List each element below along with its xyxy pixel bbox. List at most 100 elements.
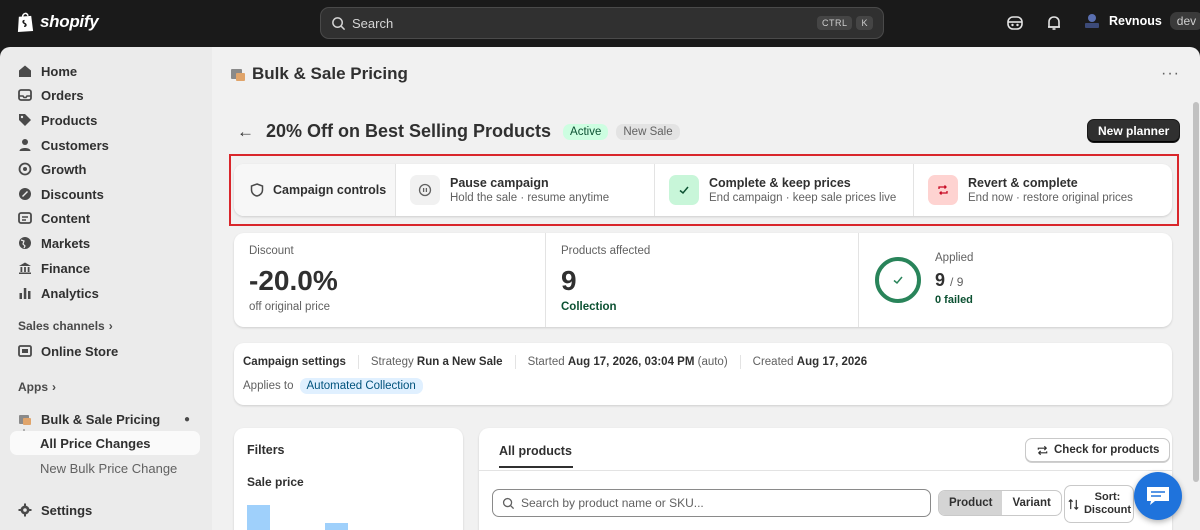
sidebar-item-customers[interactable]: Customers [10,133,200,157]
shopify-logo[interactable]: shopify [16,11,99,33]
shortcut-k: K [856,16,873,30]
type-badge: New Sale [616,123,680,140]
products-affected-label: Products affected [561,245,651,257]
sidebar-item-label: Analytics [41,285,99,301]
sidebar-item-markets[interactable]: Markets [10,231,200,255]
divider [514,355,516,369]
applied-total: / 9 [950,275,964,289]
sidebar-item-settings[interactable]: Settings [10,498,200,522]
sidebar-item-online-store[interactable]: Online Store [10,339,200,363]
new-planner-button[interactable]: New planner [1087,119,1181,143]
sales-channels-heading[interactable]: Sales channels › [18,319,113,333]
pause-title: Pause campaign [450,176,549,190]
sidebar-item-products[interactable]: Products [10,108,200,132]
more-actions-icon[interactable]: ··· [1161,65,1180,83]
revert-subtitle: End now · restore original prices [968,192,1133,204]
chat-support-button[interactable] [1134,472,1182,520]
sale-price-histogram[interactable] [247,494,452,530]
sidebar-item-label: Orders [41,87,84,103]
refresh-icon [1037,445,1048,455]
sidebar-item-analytics[interactable]: Analytics [10,281,200,305]
product-search-input[interactable]: Search by product name or SKU... [492,489,931,517]
campaign-controls-label: Campaign controls [234,164,396,216]
page-header: ← 20% Off on Best Selling Products Activ… [237,121,680,142]
campaign-controls: Campaign controls Pause campaign Hold th… [234,164,1172,216]
revert-complete-button[interactable]: Revert & complete End now · restore orig… [914,164,1172,216]
sidebar-item-label: Bulk & Sale Pricing [41,411,161,427]
filters-title: Filters [247,443,285,457]
globe-icon [19,237,31,249]
chevron-right-icon: › [108,319,113,333]
sidebar-subitem-label: New Bulk Price Change [40,460,178,476]
sale-price-label: Sale price [247,475,304,489]
sidebar-item-label: Products [41,112,98,128]
search-icon [502,497,515,509]
products-card: All products Check for products Search b… [479,428,1172,530]
store-avatar-icon [1085,14,1099,28]
sidebar-item-growth[interactable]: Growth [10,157,200,181]
applies-label: Applies to [243,380,294,392]
gear-icon [18,503,32,517]
progress-ring [875,257,921,303]
shortcut-ctrl: CTRL [816,16,853,30]
sort-button[interactable]: Sort: Discount [1064,485,1134,523]
sidebar-item-label: Home [41,63,78,79]
sidebar-item-discounts[interactable]: Discounts [10,182,200,206]
page-title: 20% Off on Best Selling Products [266,121,552,141]
applies-row: Applies to Automated Collection [243,378,423,394]
strategy-label: Strategy [370,356,414,368]
discount-label: Discount [249,245,294,257]
sidebar-subitem-label: All Price Changes [40,435,151,451]
sidebar-item-label: Content [41,210,91,226]
pause-campaign-button[interactable]: Pause campaign Hold the sale · resume an… [396,164,655,216]
search-icon [332,16,346,30]
tab-all-products[interactable]: All products [499,444,573,468]
sidebar-item-bulk-sale-pricing[interactable]: Bulk & Sale Pricing ● [10,407,200,431]
sidebar-subitem-all-price-changes[interactable]: All Price Changes [10,431,200,455]
sidebar-item-content[interactable]: Content [10,206,200,230]
bank-icon [19,262,31,274]
check-icon-box [669,175,699,205]
sidebar-item-label: Growth [41,161,87,177]
histogram-bar [325,523,348,530]
segment-variant[interactable]: Variant [1002,491,1060,515]
complete-keep-prices-button[interactable]: Complete & keep prices End campaign · ke… [655,164,914,216]
discount-stat: Discount -20.0% off original price [234,233,546,327]
store-assistant-icon[interactable] [1006,14,1024,32]
app-header: Bulk & Sale Pricing [230,64,408,84]
bar-chart-icon [19,288,31,299]
sidebar-item-orders[interactable]: Orders [10,83,200,107]
created-value: Aug 17, 2026 [796,356,868,368]
scrollbar[interactable] [1192,102,1200,530]
search-placeholder: Search [352,15,394,31]
segment-product[interactable]: Product [939,491,1003,515]
global-search[interactable]: Search CTRL K [320,7,884,39]
user-menu[interactable]: Revnous dev [1083,12,1200,30]
sidebar-item-label: Finance [41,260,91,276]
sidebar-subitem-new-bulk-price-change[interactable]: New Bulk Price Change [10,456,200,480]
sidebar-item-finance[interactable]: Finance [10,256,200,280]
divider [739,355,741,369]
settings-row: Campaign settings Strategy Run a New Sal… [243,355,867,369]
check-for-products-button[interactable]: Check for products [1025,438,1171,462]
product-variant-toggle: Product Variant [938,490,1062,516]
back-arrow-icon[interactable]: ← [237,122,254,142]
sidebar-item-label: Customers [41,137,109,153]
collection-link[interactable]: Collection [561,301,617,313]
sidebar: Home Orders Products Customers Growth Di… [0,47,212,530]
sidebar-item-home[interactable]: Home [10,59,200,83]
stats-card: Discount -20.0% off original price Produ… [234,233,1172,327]
apps-label: Apps [18,380,48,394]
content-icon [18,212,32,224]
revert-arrows-icon [938,185,948,195]
applies-collection-tag[interactable]: Automated Collection [299,378,423,394]
apps-heading[interactable]: Apps › [18,380,56,394]
status-badge: Active [563,123,609,140]
bell-icon[interactable] [1045,14,1063,32]
chevron-right-icon: › [52,380,56,394]
applied-value: 9 / 9 [935,270,963,291]
failed-count: 0 failed [935,294,973,306]
product-search-placeholder: Search by product name or SKU... [521,496,704,510]
sort-label: Sort: [1094,491,1121,503]
scrollbar-thumb[interactable] [1193,102,1199,482]
